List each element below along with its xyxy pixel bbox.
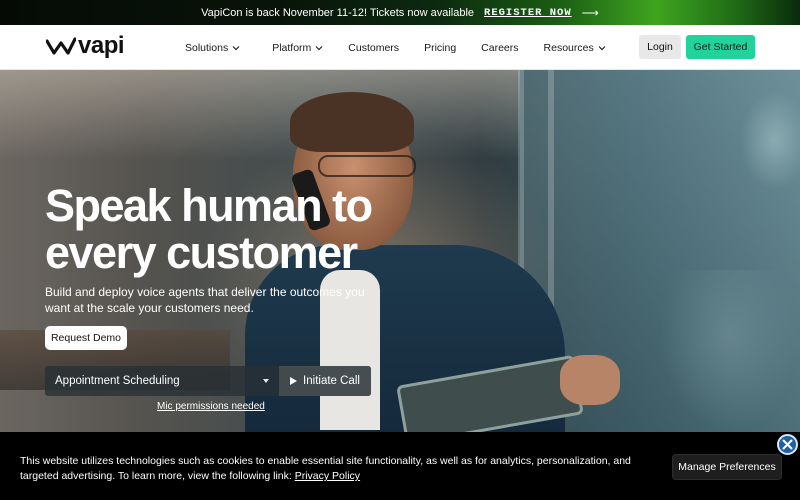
nav-menu: Solutions Platform Customers Pricing Car… [185, 25, 606, 70]
scenario-select[interactable]: Appointment Scheduling [45, 366, 277, 396]
nav-item-label: Pricing [424, 41, 457, 54]
top-nav: vapi Solutions Platform Customers Pricin… [0, 25, 800, 70]
hero-section: Speak human to every customer Build and … [0, 70, 800, 432]
call-widget: Appointment Scheduling Initiate Call [45, 366, 371, 396]
play-icon [290, 377, 298, 385]
nav-item-platform[interactable]: Platform [272, 42, 323, 54]
get-started-button[interactable]: Get Started [686, 35, 755, 59]
chevron-down-icon [598, 45, 606, 50]
register-now-link[interactable]: REGISTER NOW [484, 7, 572, 19]
nav-item-label: Careers [481, 41, 519, 54]
hero-subtext: Build and deploy voice agents that deliv… [45, 285, 365, 315]
vapi-logo[interactable]: vapi [46, 32, 125, 59]
cookie-text: This website utilizes technologies such … [20, 454, 670, 484]
logo-wordmark: vapi [78, 32, 125, 59]
initiate-call-button[interactable]: Initiate Call [279, 366, 371, 396]
hero-background-person-body [660, 270, 800, 432]
chevron-down-icon [315, 45, 323, 50]
close-icon[interactable] [777, 434, 798, 455]
nav-item-careers[interactable]: Careers [481, 42, 518, 54]
vapi-logo-icon [46, 37, 76, 55]
nav-item-customers[interactable]: Customers [348, 42, 399, 54]
initiate-call-label: Initiate Call [303, 375, 360, 387]
scenario-select-value: Appointment Scheduling [55, 375, 180, 387]
cookie-banner: This website utilizes technologies such … [0, 432, 800, 500]
nav-item-resources[interactable]: Resources [544, 42, 606, 54]
nav-item-pricing[interactable]: Pricing [424, 42, 456, 54]
nav-item-label: Platform [272, 41, 312, 54]
login-button[interactable]: Login [639, 35, 681, 59]
announcement-message: VapiCon is back November 11-12! Tickets … [201, 6, 475, 19]
request-demo-button[interactable]: Request Demo [45, 326, 127, 350]
hero-person-hand [560, 355, 620, 405]
nav-item-label: Customers [348, 41, 400, 54]
nav-item-solutions[interactable]: Solutions [185, 42, 240, 54]
privacy-policy-link[interactable]: Privacy Policy [295, 470, 360, 482]
nav-item-label: Solutions [185, 41, 229, 54]
hero-person-hair [290, 92, 414, 152]
arrow-right-icon[interactable]: ⟶ [582, 6, 599, 20]
manage-preferences-button[interactable]: Manage Preferences [672, 454, 782, 480]
hero-headline: Speak human to every customer [45, 180, 373, 278]
mic-permissions-link[interactable]: Mic permissions needed [157, 401, 265, 412]
caret-down-icon [263, 379, 269, 383]
chevron-down-icon [232, 45, 240, 50]
hero-person-glasses [318, 155, 416, 177]
hero-background-window [0, 70, 520, 160]
announcement-bar: VapiCon is back November 11-12! Tickets … [0, 0, 800, 25]
nav-item-label: Resources [543, 41, 594, 54]
